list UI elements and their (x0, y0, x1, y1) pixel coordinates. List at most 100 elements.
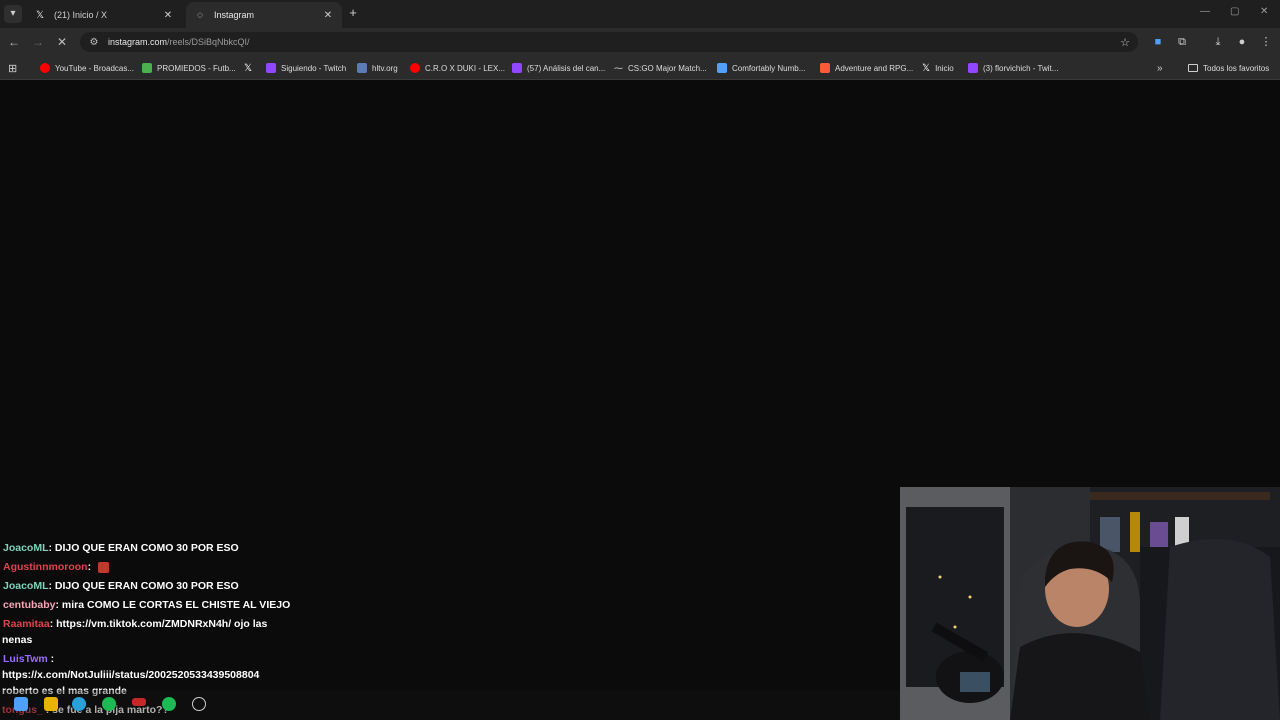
stop-loading-icon[interactable]: ✕ (54, 34, 70, 50)
bookmark-label: Siguiendo - Twitch (281, 63, 347, 73)
menu-dots-icon[interactable]: ⋮ (1258, 34, 1274, 50)
chat-message-continued: nenas (2, 634, 32, 647)
loading-icon: ◌ (197, 9, 203, 21)
twitch-icon (512, 63, 522, 73)
bookmark-label: (57) Análisis del can... (527, 63, 606, 73)
bookmarks-bar: ⊞ YouTube - Broadcas... PROMIEDOS - Futb… (0, 56, 1280, 80)
bookmarks-overflow-icon[interactable]: » (1157, 61, 1163, 75)
chat-link-text: https://x.com/NotJuliii/status/200252053… (2, 669, 260, 681)
bookmark-comfortably-numb[interactable]: Comfortably Numb... (717, 61, 805, 75)
chat-message: centubaby: mira COMO LE CORTAS EL CHISTE… (3, 599, 290, 612)
bookmark-hltv[interactable]: hltv.org (357, 61, 398, 75)
tab-strip: ▾ 𝕏 (21) Inicio / X ✕ ◌ Instagram ✕ + — … (0, 0, 1280, 28)
address-bar[interactable]: ⚙ instagram.com/reels/DSiBqNbkcQI/ ☆ (80, 32, 1138, 52)
bookmark-analisis[interactable]: (57) Análisis del can... (512, 61, 605, 75)
file-explorer-icon[interactable] (44, 697, 58, 711)
bookmark-florvichich[interactable]: (3) florvichich - Twit... (968, 61, 1058, 75)
maximize-icon[interactable]: ▢ (1230, 6, 1239, 17)
chat-text: : https://vm.tiktok.com/ZMDNRxN4h/ ojo l… (49, 618, 268, 630)
bookmark-label: (3) florvichich - Twit... (983, 63, 1059, 73)
bookmark-twitch-siguiendo[interactable]: Siguiendo - Twitch (266, 61, 346, 75)
profile-avatar-icon[interactable]: ● (1234, 34, 1250, 50)
bookmark-label: hltv.org (372, 63, 398, 73)
chat-username: JoacoML (3, 542, 49, 554)
chat-message-continued: https://x.com/NotJuliii/status/200252053… (2, 669, 259, 682)
tab-title: (21) Inicio / X (54, 10, 108, 20)
youtube-icon (40, 63, 50, 73)
all-bookmarks-folder[interactable]: Todos los favoritos (1188, 61, 1269, 75)
back-icon[interactable]: ← (6, 34, 22, 50)
csgo-icon: ⁓ (614, 62, 623, 73)
bookmark-label: Comfortably Numb... (732, 63, 806, 73)
bookmark-csgo-major[interactable]: ⁓ CS:GO Major Match... (614, 61, 707, 75)
chat-text: : DIJO QUE ERAN COMO 30 POR ESO (48, 542, 239, 554)
new-tab-icon[interactable]: + (346, 6, 360, 20)
app-badge-icon[interactable] (132, 698, 146, 706)
apps-grid-icon[interactable]: ⊞ (8, 61, 17, 75)
browser-toolbar: ← → ✕ ⚙ instagram.com/reels/DSiBqNbkcQI/… (0, 28, 1280, 56)
chat-username: Agustinnmoroon (3, 561, 88, 573)
page-icon (717, 63, 727, 73)
game-icon (820, 63, 830, 73)
bookmark-label: CS:GO Major Match... (628, 63, 707, 73)
chat-text: : (87, 561, 94, 573)
tab-title: Instagram (214, 10, 255, 20)
webcam-feed-image (900, 487, 1280, 720)
chat-text: : mira COMO LE CORTAS EL CHISTE AL VIEJO (55, 599, 291, 611)
browser-icon[interactable] (72, 697, 86, 711)
bookmark-label: Inicio (935, 63, 954, 73)
close-tab-icon[interactable]: ✕ (162, 10, 174, 21)
x-logo-icon: 𝕏 (244, 62, 253, 74)
chat-text: nenas (2, 634, 33, 646)
chat-username: LuisTwm (3, 653, 48, 665)
tab-x-inicio[interactable]: 𝕏 (21) Inicio / X ✕ (26, 2, 182, 28)
url-host: instagram.com (108, 37, 168, 47)
x-logo-icon: 𝕏 (35, 9, 45, 21)
bookmark-cro-duki[interactable]: C.R.O X DUKI - LEX... (410, 61, 505, 75)
chrome-icon[interactable] (102, 697, 116, 711)
bookmark-promiedos[interactable]: PROMIEDOS - Futb... (142, 61, 236, 75)
windows-start-icon[interactable] (14, 697, 28, 711)
url-text[interactable]: instagram.com/reels/DSiBqNbkcQI/ (108, 37, 250, 47)
bookmark-adventure-rpg[interactable]: Adventure and RPG... (820, 61, 913, 75)
chat-message: JoacoML: DIJO QUE ERAN COMO 30 POR ESO (3, 580, 239, 593)
chat-message: Raamitaa: https://vm.tiktok.com/ZMDNRxN4… (3, 618, 267, 631)
bookmark-youtube[interactable]: YouTube - Broadcas... (40, 61, 134, 75)
tab-instagram[interactable]: ◌ Instagram ✕ (186, 2, 342, 28)
minimize-icon[interactable]: — (1200, 6, 1210, 17)
tab-search-icon[interactable]: ▾ (4, 5, 22, 23)
window-close-icon[interactable]: ✕ (1260, 6, 1268, 17)
chat-message: LuisTwm : (3, 653, 54, 666)
bookmark-star-icon[interactable]: ☆ (1120, 36, 1130, 49)
webcam-overlay (900, 487, 1280, 720)
promiedos-icon (142, 63, 152, 73)
bookmark-inicio[interactable]: 𝕏 Inicio (922, 61, 954, 75)
chat-message: Agustinnmoroon: (3, 561, 109, 574)
spotify-icon[interactable] (162, 697, 176, 711)
bookmark-label: Adventure and RPG... (835, 63, 914, 73)
bookmark-label: PROMIEDOS - Futb... (157, 63, 236, 73)
download-icon[interactable]: ⤓ (1210, 34, 1226, 50)
chat-username: centubaby (3, 599, 56, 611)
extension-icon[interactable]: ■ (1150, 34, 1166, 50)
chat-username: Raamitaa (3, 618, 50, 630)
obs-icon[interactable] (192, 697, 206, 711)
forward-icon[interactable]: → (30, 34, 46, 50)
emote-icon (98, 561, 109, 573)
bookmark-label: C.R.O X DUKI - LEX... (425, 63, 506, 73)
x-logo-icon: 𝕏 (922, 62, 931, 74)
extensions-puzzle-icon[interactable]: ⧉ (1174, 34, 1190, 50)
url-path: /reels/DSiBqNbkcQI/ (167, 37, 250, 47)
chat-username: JoacoML (3, 580, 49, 592)
site-info-icon[interactable]: ⚙ (88, 36, 100, 48)
youtube-icon (410, 63, 420, 73)
chat-text: : (47, 653, 55, 665)
bookmark-label: YouTube - Broadcas... (55, 63, 135, 73)
folder-icon (1188, 64, 1198, 72)
chat-message: JoacoML: DIJO QUE ERAN COMO 30 POR ESO (3, 542, 239, 555)
bookmark-x[interactable]: 𝕏 (244, 61, 252, 75)
twitch-icon (968, 63, 978, 73)
all-bookmarks-label: Todos los favoritos (1203, 63, 1270, 73)
close-tab-icon[interactable]: ✕ (322, 10, 334, 21)
twitch-icon (266, 63, 276, 73)
